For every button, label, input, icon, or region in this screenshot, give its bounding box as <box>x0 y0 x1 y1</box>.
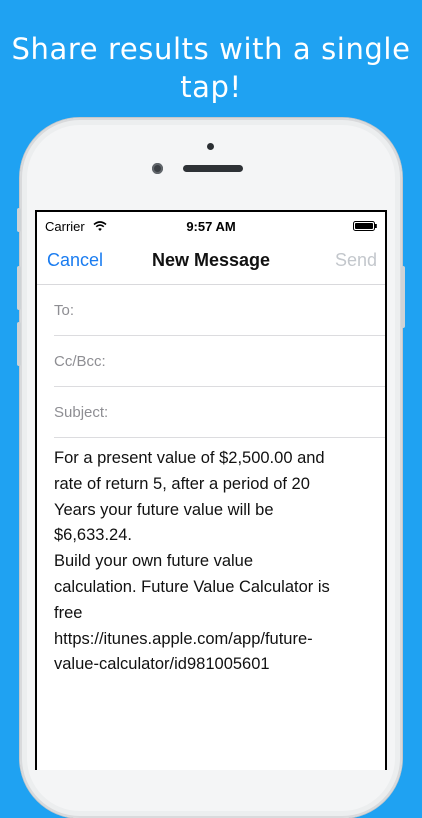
to-field[interactable]: To: <box>54 285 385 336</box>
message-line: Years your future value will be <box>54 500 274 519</box>
message-body[interactable]: For a present value of $2,500.00 and rat… <box>54 446 375 678</box>
cc-bcc-label: Cc/Bcc: <box>54 353 106 370</box>
volume-up-button <box>17 266 21 310</box>
proximity-sensor <box>207 143 214 150</box>
message-line: For a present value of $2,500.00 and <box>54 449 325 467</box>
page-title: New Message <box>151 250 271 270</box>
message-line: $6,633.24. <box>54 526 132 545</box>
message-line: calculation. Future Value Calculator is <box>54 577 330 596</box>
promo-line-1: Share results with a single <box>11 32 411 66</box>
compose-nav-bar: Cancel New Message Send <box>37 238 385 285</box>
message-line: rate of return 5, after a period of 20 <box>54 474 310 493</box>
mute-switch <box>17 208 21 232</box>
message-line: value-calculator/id981005601 <box>54 655 270 674</box>
cc-bcc-field[interactable]: Cc/Bcc: <box>54 336 385 387</box>
message-line: free <box>54 603 83 622</box>
volume-down-button <box>17 322 21 366</box>
message-line: https://itunes.apple.com/app/future- <box>54 629 313 648</box>
to-label: To: <box>54 302 75 319</box>
status-time: 9:57 AM <box>186 219 236 234</box>
send-button[interactable]: Send <box>335 250 377 271</box>
power-button <box>401 266 405 328</box>
subject-label: Subject: <box>54 404 109 421</box>
battery-icon <box>353 221 377 231</box>
subject-field[interactable]: Subject: <box>54 387 385 438</box>
mail-compose-view: Carrier 9:57 AM Cancel New Message Send … <box>37 212 385 770</box>
message-line: Build your own future value <box>54 552 254 571</box>
front-camera-icon <box>152 163 163 174</box>
phone-screen: Carrier 9:57 AM Cancel New Message Send … <box>35 210 387 770</box>
promo-line-2: tap! <box>180 70 242 104</box>
earpiece-speaker <box>183 165 243 172</box>
status-bar: Carrier 9:57 AM <box>37 212 385 238</box>
promo-headline: Share results with a single tap! <box>0 30 422 106</box>
